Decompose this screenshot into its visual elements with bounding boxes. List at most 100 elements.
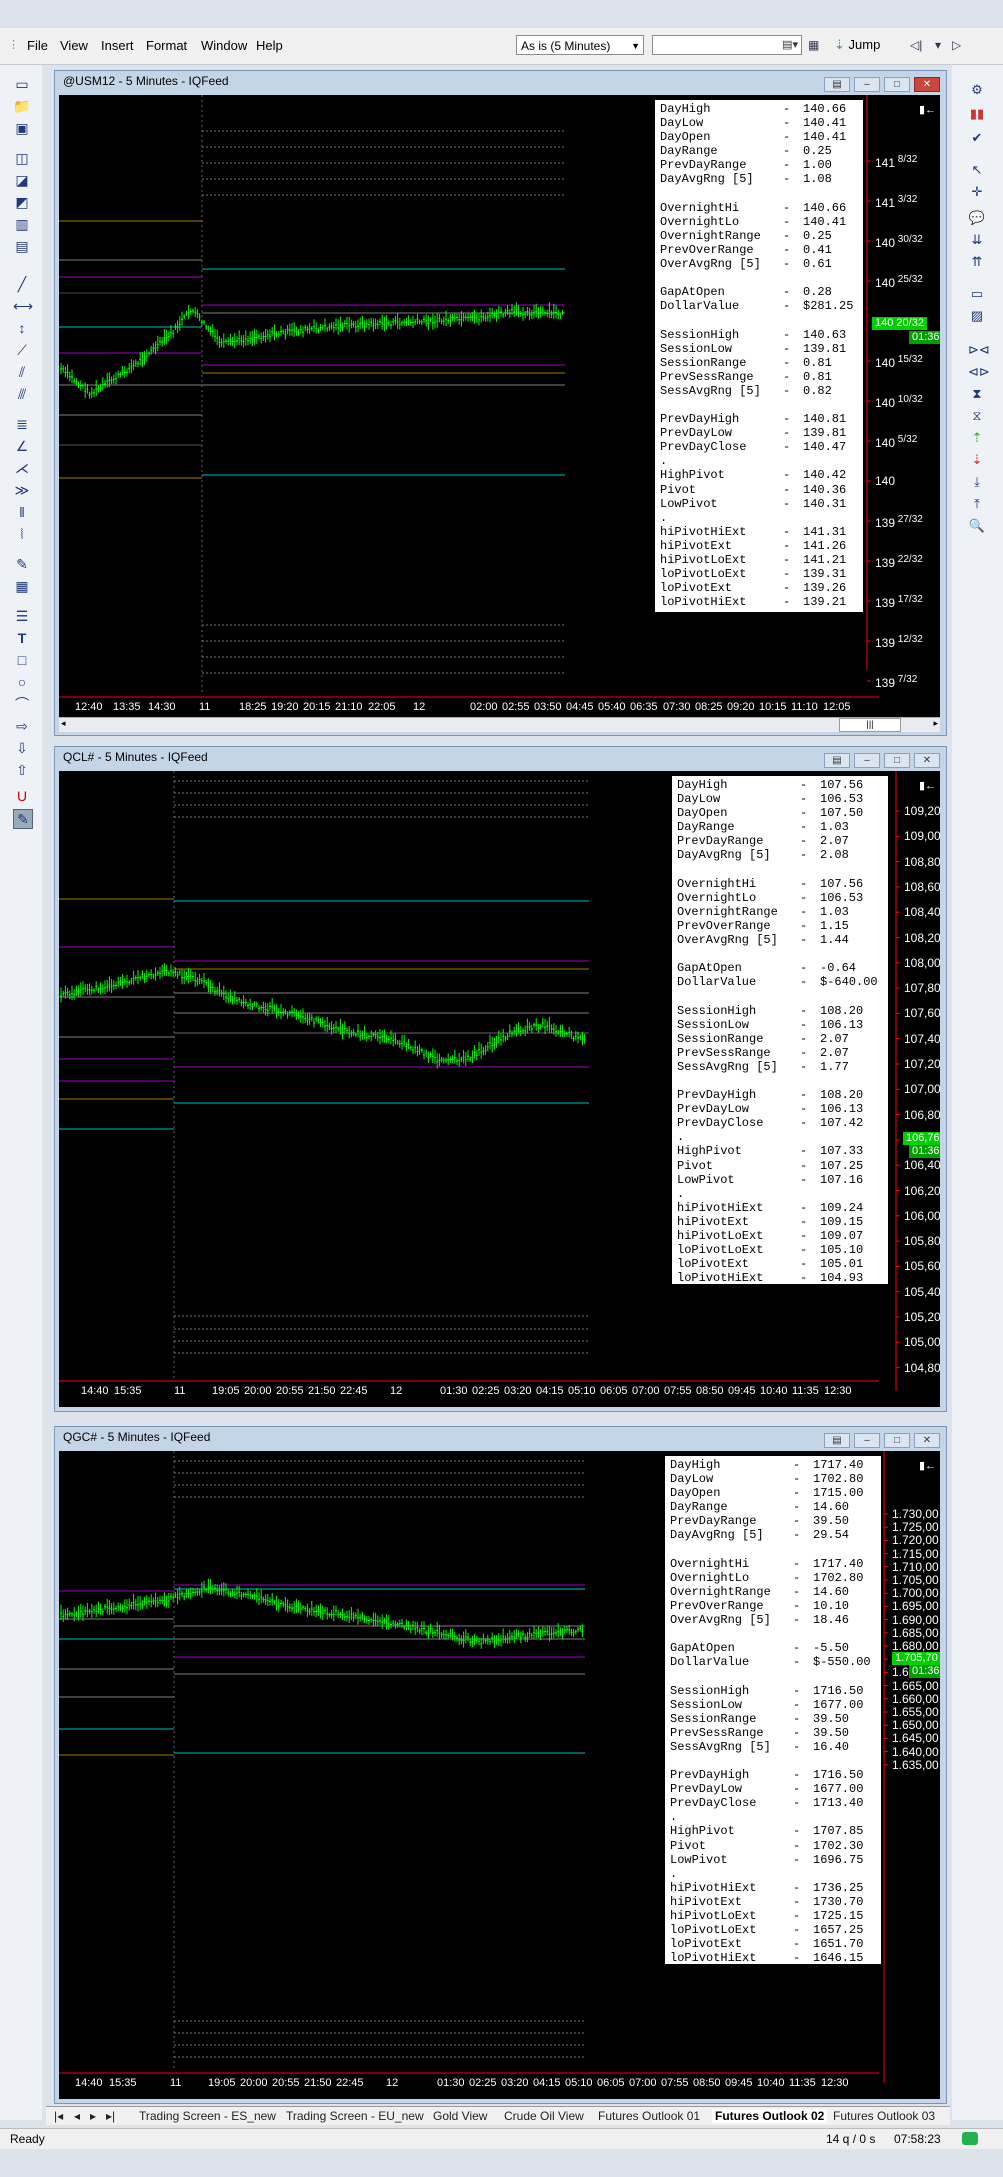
window-options-icon[interactable]: ▤ xyxy=(824,77,850,92)
angle-icon[interactable]: ∠ xyxy=(13,437,31,455)
buy-icon[interactable]: ⇊ xyxy=(968,231,986,249)
maximize-icon[interactable]: □ xyxy=(884,77,910,92)
horizontal-line-icon[interactable]: ⟷ xyxy=(13,297,33,315)
radar-icon[interactable]: ◪ xyxy=(13,171,31,189)
image-icon[interactable]: ▨ xyxy=(968,307,986,325)
tab-trading-screen-es[interactable]: Trading Screen - ES_new xyxy=(139,2109,276,2123)
price-chart[interactable]: DayHigh -107.56 DayLow -106.53 DayOpen -107.5… xyxy=(59,771,940,1407)
time-zones-icon[interactable]: ‖ xyxy=(13,503,31,521)
curve-icon[interactable]: ⌒ xyxy=(13,695,31,713)
zoom-out-time-icon[interactable]: ⊲⊳ xyxy=(968,363,990,381)
text-tool-icon[interactable]: T xyxy=(13,629,31,647)
scrollbar-thumb[interactable]: ||| xyxy=(839,718,901,732)
window-icon[interactable]: ▭ xyxy=(968,285,986,303)
candles-icon[interactable]: ▮▮ xyxy=(968,105,986,123)
menu-file[interactable]: File xyxy=(27,38,48,53)
window-options-icon[interactable]: ▤ xyxy=(824,753,850,768)
chart-window-qcl[interactable]: QCL# - 5 Minutes - IQFeed ▤ – □ ✕ DayHigh -1… xyxy=(54,746,947,1412)
open-folder-icon[interactable]: 📁 xyxy=(13,97,31,115)
cycle-icon[interactable]: ⦚ xyxy=(13,525,31,543)
chart-window-icon[interactable]: ◫ xyxy=(13,149,31,167)
axis-settings-icon[interactable]: ▮← xyxy=(919,1459,936,1472)
portfolio-icon[interactable]: ▤ xyxy=(13,237,31,255)
tab-nav-last-icon[interactable]: ▸| xyxy=(106,2109,115,2123)
vertical-line-icon[interactable]: ↕ xyxy=(13,319,31,337)
ellipse-icon[interactable]: ○ xyxy=(13,673,31,691)
jump-button[interactable]: ⇣ Jump xyxy=(834,35,880,55)
minimize-icon[interactable]: – xyxy=(854,753,880,768)
fan-icon[interactable]: ⋌ xyxy=(13,459,31,477)
interval-select[interactable]: As is (5 Minutes) ▼ xyxy=(516,35,644,55)
maximize-icon[interactable]: □ xyxy=(884,753,910,768)
zoom-in-time-icon[interactable]: ⊳⊲ xyxy=(968,341,990,359)
axis-settings-icon[interactable]: ▮← xyxy=(919,779,936,792)
horizontal-scrollbar[interactable]: ◂ ||| ▸ xyxy=(59,717,940,732)
arrow-right-icon[interactable]: ⇨ xyxy=(13,717,31,735)
price-chart[interactable]: DayHigh -1717.40 DayLow -1702.80 DayOpen -171… xyxy=(59,1451,940,2099)
list-dropdown-icon[interactable]: ▤▾ xyxy=(782,38,798,51)
highlight-icon[interactable]: ✎ xyxy=(13,809,33,829)
close-icon[interactable]: ✕ xyxy=(914,753,940,768)
chart-window-usm12[interactable]: @USM12 - 5 Minutes - IQFeed ▤ – □ ✕ DayHigh… xyxy=(54,70,947,736)
checkmark-icon[interactable]: ✔ xyxy=(968,129,986,147)
close-icon[interactable]: ✕ xyxy=(914,1433,940,1448)
fit-icon[interactable]: ⤓ xyxy=(968,473,986,491)
new-window-icon[interactable]: ▭ xyxy=(13,75,31,93)
scroll-up-icon[interactable]: ⇡ xyxy=(968,429,986,447)
tab-futures-outlook-02[interactable]: Futures Outlook 02 xyxy=(712,2109,828,2123)
tab-futures-outlook-03[interactable]: Futures Outlook 03 xyxy=(833,2109,935,2123)
chart-window-qgc[interactable]: QGC# - 5 Minutes - IQFeed ▤ – □ ✕ DayHigh -1… xyxy=(54,1426,947,2104)
scroll-back-icon[interactable]: ◁| xyxy=(910,38,922,52)
tab-crude-oil-view[interactable]: Crude Oil View xyxy=(504,2109,584,2123)
hourglass-icon[interactable]: ⧗ xyxy=(968,385,986,403)
fibonacci-icon[interactable]: ⫻ xyxy=(13,385,31,403)
sell-icon[interactable]: ⇈ xyxy=(968,253,986,271)
matrix-icon[interactable]: ▥ xyxy=(13,215,31,233)
grid-icon[interactable]: ▦ xyxy=(13,577,31,595)
tab-nav-next-icon[interactable]: ▸ xyxy=(90,2109,96,2123)
window-options-icon[interactable]: ▤ xyxy=(824,1433,850,1448)
symbol-input[interactable]: ▤▾ xyxy=(652,35,802,55)
minimize-icon[interactable]: – xyxy=(854,1433,880,1448)
comment-icon[interactable]: 💬 xyxy=(968,209,986,227)
list-icon[interactable]: ☰ xyxy=(13,607,31,625)
maximize-icon[interactable]: □ xyxy=(884,1433,910,1448)
menu-insert[interactable]: Insert xyxy=(101,38,134,53)
tab-nav-first-icon[interactable]: |◂ xyxy=(54,2109,63,2123)
scroll-down-icon[interactable]: ⇣ xyxy=(968,451,986,469)
scanner-icon[interactable]: ◩ xyxy=(13,193,31,211)
magnet-icon[interactable]: U xyxy=(13,787,31,805)
parallel-lines-icon[interactable]: ⫽ xyxy=(13,363,31,381)
trendline-icon[interactable]: ╱ xyxy=(13,275,31,293)
levels-icon[interactable]: ≣ xyxy=(13,415,31,433)
tab-gold-view[interactable]: Gold View xyxy=(433,2109,487,2123)
rectangle-icon[interactable]: □ xyxy=(13,651,31,669)
menu-window[interactable]: Window xyxy=(201,38,247,53)
tab-trading-screen-eu[interactable]: Trading Screen - EU_new xyxy=(286,2109,424,2123)
pointer-icon[interactable]: ↖ xyxy=(968,161,986,179)
scale-icon[interactable]: ⤒ xyxy=(968,495,986,513)
menu-format[interactable]: Format xyxy=(146,38,187,53)
zoom-icon[interactable]: 🔍 xyxy=(968,517,986,535)
settings-icon[interactable]: ⚙ xyxy=(968,81,986,99)
menu-help[interactable]: Help xyxy=(256,38,283,53)
arrow-down-icon[interactable]: ⇩ xyxy=(13,739,31,757)
save-icon[interactable]: ▣ xyxy=(13,119,31,137)
tab-nav-prev-icon[interactable]: ◂ xyxy=(74,2109,80,2123)
close-icon[interactable]: ✕ xyxy=(914,77,940,92)
axis-settings-icon[interactable]: ▮← xyxy=(919,103,936,116)
arrow-up-icon[interactable]: ⇧ xyxy=(13,761,31,779)
expand-vertical-icon[interactable]: ⧖ xyxy=(968,407,986,425)
scroll-forward-icon[interactable]: ▷ xyxy=(952,38,961,52)
channel-icon[interactable]: ⟋ xyxy=(13,341,31,359)
menu-view[interactable]: View xyxy=(60,38,88,53)
symbol-lookup-icon[interactable]: ▦ xyxy=(808,38,819,52)
minimize-icon[interactable]: – xyxy=(854,77,880,92)
tab-futures-outlook-01[interactable]: Futures Outlook 01 xyxy=(598,2109,700,2123)
crosshair-icon[interactable]: ✛ xyxy=(968,183,986,201)
arcs-icon[interactable]: ≫ xyxy=(13,481,31,499)
scroll-right-icon[interactable]: ▸ xyxy=(933,718,938,729)
scroll-left-icon[interactable]: ◂ xyxy=(61,718,66,729)
pencil-icon[interactable]: ✎ xyxy=(13,555,31,573)
dropdown-icon[interactable]: ▾ xyxy=(935,38,941,52)
